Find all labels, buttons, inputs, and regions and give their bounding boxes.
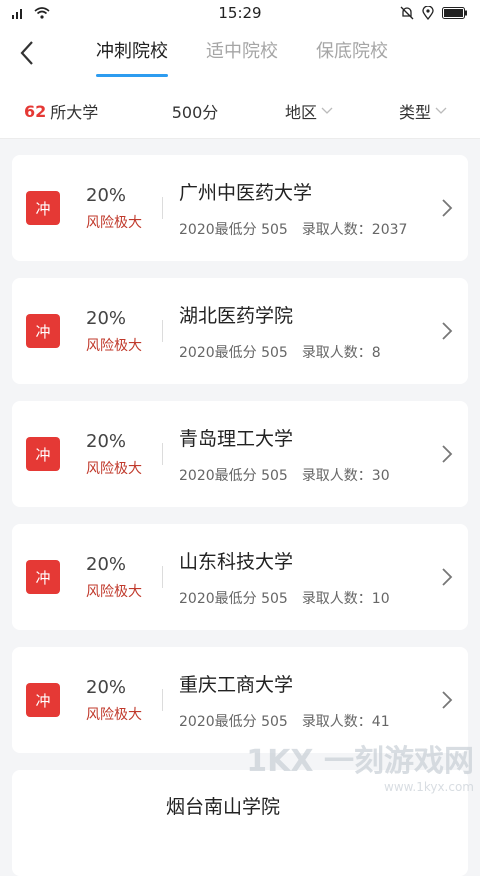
college-name: 广州中医药大学 <box>179 181 313 204</box>
min-score: 2020最低分 505 <box>179 713 288 730</box>
college-info: 青岛理工大学 2020最低分 505 录取人数：30 <box>179 424 390 485</box>
chevron-right-icon <box>442 199 453 217</box>
chevron-down-icon <box>321 107 333 114</box>
admission-probability: 20% <box>86 184 127 206</box>
tab-sprint[interactable]: 冲刺院校 <box>96 31 168 79</box>
college-count-suffix: 所大学 <box>50 103 99 122</box>
sprint-badge: 冲 <box>26 437 60 471</box>
college-info: 广州中医药大学 2020最低分 505 录取人数：2037 <box>179 178 407 239</box>
sprint-badge: 冲 <box>26 683 60 717</box>
admission-probability: 20% <box>86 676 127 698</box>
college-info: 重庆工商大学 2020最低分 505 录取人数：41 <box>179 670 390 731</box>
chevron-down-icon <box>435 107 447 114</box>
min-score: 2020最低分 505 <box>179 344 288 361</box>
probability-block: 20% 风险极大 <box>86 308 162 355</box>
watermark-text: 1KX 一刻游戏网 <box>246 744 474 779</box>
tab-moderate[interactable]: 适中院校 <box>206 31 278 79</box>
college-name: 青岛理工大学 <box>179 427 294 450</box>
nav-bar: 冲刺院校 适中院校 保底院校 <box>0 26 480 84</box>
sprint-badge: 冲 <box>26 191 60 225</box>
admission-probability: 20% <box>86 553 127 575</box>
score-filter-label: 500分 <box>171 103 219 122</box>
college-meta: 2020最低分 505 录取人数：8 <box>179 342 381 362</box>
risk-label: 风险极大 <box>86 706 142 723</box>
college-card[interactable]: 冲 20% 风险极大 广州中医药大学 2020最低分 505 录取人数：2037 <box>12 155 468 261</box>
risk-label: 风险极大 <box>86 460 142 477</box>
chevron-right-icon <box>442 568 453 586</box>
divider <box>162 320 163 342</box>
risk-label: 风险极大 <box>86 337 142 354</box>
divider <box>162 443 163 465</box>
type-filter[interactable]: 类型 <box>366 99 480 123</box>
college-info: 山东科技大学 2020最低分 505 录取人数：10 <box>179 547 390 608</box>
college-meta: 2020最低分 505 录取人数：2037 <box>179 219 407 239</box>
admit-count: 录取人数：41 <box>301 713 390 730</box>
min-score: 2020最低分 505 <box>179 221 288 238</box>
tab-bar: 冲刺院校 适中院校 保底院校 <box>96 31 388 79</box>
college-meta: 2020最低分 505 录取人数：30 <box>179 465 390 485</box>
college-card[interactable]: 冲 20% 风险极大 湖北医药学院 2020最低分 505 录取人数：8 <box>12 278 468 384</box>
college-name: 湖北医药学院 <box>179 304 294 327</box>
college-name: 重庆工商大学 <box>179 673 294 696</box>
region-filter[interactable]: 地区 <box>252 99 366 123</box>
college-card[interactable]: 冲 20% 风险极大 山东科技大学 2020最低分 505 录取人数：10 <box>12 524 468 630</box>
college-name: 烟台南山学院 <box>166 796 281 818</box>
filter-bar: 62 所大学 500分 地区 类型 <box>0 84 480 139</box>
college-info: 烟台南山学院 <box>166 792 280 819</box>
college-name: 山东科技大学 <box>179 550 294 573</box>
college-count: 62 所大学 <box>0 99 138 123</box>
status-bar: 15:29 <box>0 0 480 26</box>
tab-safe[interactable]: 保底院校 <box>316 31 388 79</box>
chevron-right-icon <box>442 322 453 340</box>
top-area: 15:29 冲刺院校 适中院校 保底院校 62 所大学 500分 地区 类型 <box>0 0 480 139</box>
college-count-number: 62 <box>24 101 47 121</box>
probability-block: 20% 风险极大 <box>86 185 162 232</box>
admit-count: 录取人数：10 <box>301 590 390 607</box>
risk-label: 风险极大 <box>86 214 142 231</box>
probability-block: 20% 风险极大 <box>86 431 162 478</box>
college-meta: 2020最低分 505 录取人数：41 <box>179 711 390 731</box>
admission-probability: 20% <box>86 307 127 329</box>
score-filter[interactable]: 500分 <box>138 99 252 123</box>
probability-block: 20% 风险极大 <box>86 554 162 601</box>
back-arrow-icon[interactable] <box>14 38 44 68</box>
divider <box>162 689 163 711</box>
status-time: 15:29 <box>218 4 262 22</box>
type-filter-label: 类型 <box>398 103 431 122</box>
college-meta: 2020最低分 505 录取人数：10 <box>179 588 390 608</box>
divider <box>162 566 163 588</box>
college-info: 湖北医药学院 2020最低分 505 录取人数：8 <box>179 301 381 362</box>
admission-probability: 20% <box>86 430 127 452</box>
sprint-badge: 冲 <box>26 314 60 348</box>
min-score: 2020最低分 505 <box>179 467 288 484</box>
min-score: 2020最低分 505 <box>179 590 288 607</box>
watermark: 1KX 一刻游戏网 www.1kyx.com <box>246 736 474 794</box>
divider <box>162 197 163 219</box>
chevron-right-icon <box>442 445 453 463</box>
chevron-right-icon <box>442 691 453 709</box>
admit-count: 录取人数：30 <box>301 467 390 484</box>
sprint-badge: 冲 <box>26 560 60 594</box>
watermark-url: www.1kyx.com <box>384 780 474 794</box>
admit-count: 录取人数：8 <box>301 344 381 361</box>
probability-block: 20% 风险极大 <box>86 677 162 724</box>
admit-count: 录取人数：2037 <box>301 221 408 238</box>
region-filter-label: 地区 <box>284 103 317 122</box>
risk-label: 风险极大 <box>86 583 142 600</box>
college-card[interactable]: 冲 20% 风险极大 青岛理工大学 2020最低分 505 录取人数：30 <box>12 401 468 507</box>
